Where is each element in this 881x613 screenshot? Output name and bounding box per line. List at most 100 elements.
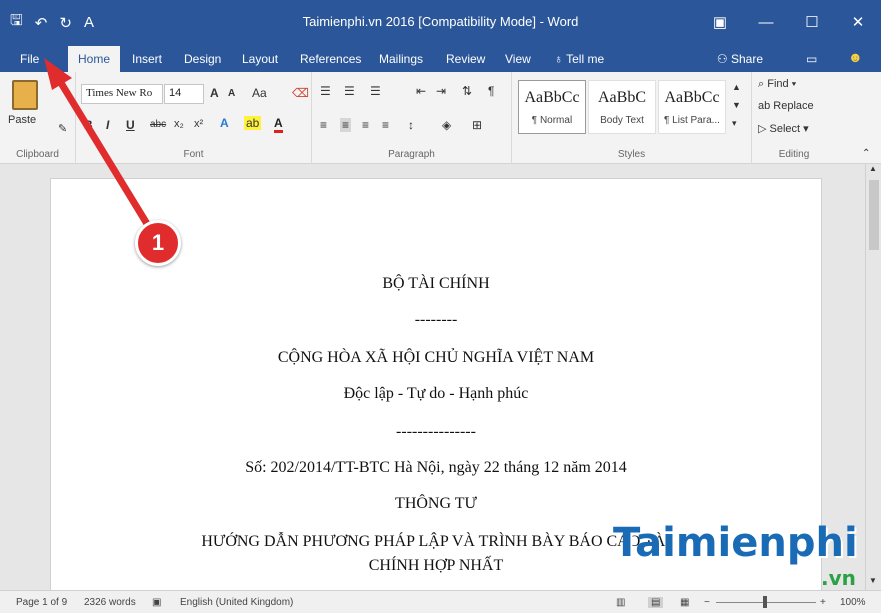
font-name-box[interactable]: Times New Ro (81, 84, 163, 104)
tab-review[interactable]: Review (446, 52, 485, 66)
close-icon[interactable]: ✕ (835, 13, 881, 31)
shading-icon[interactable]: ◈ (442, 118, 451, 132)
tab-file[interactable]: File (20, 52, 39, 66)
status-bar: Page 1 of 9 2326 words ▣ English (United… (0, 590, 881, 613)
ribbon-display-icon[interactable]: ▣ (697, 13, 743, 31)
borders-icon[interactable]: ⊞ (472, 118, 482, 132)
page-count[interactable]: Page 1 of 9 (16, 597, 67, 608)
tell-me-label: Tell me (566, 52, 605, 66)
line-spacing-icon[interactable]: ↕ (408, 118, 414, 132)
find-icon: ⌕ (758, 78, 768, 90)
maximize-icon[interactable]: ☐ (789, 13, 835, 31)
smiley-icon[interactable]: ☻ (848, 49, 863, 65)
zoom-slider-thumb[interactable] (763, 596, 767, 608)
paste-icon[interactable] (12, 80, 38, 110)
style-list-paragraph[interactable]: AaBbCc ¶ List Para... (658, 80, 726, 134)
paragraph-label: Paragraph (388, 149, 435, 160)
find-button[interactable]: ⌕ Find ▾ (758, 78, 796, 91)
replace-button[interactable]: ab Replace (758, 100, 814, 112)
web-layout-icon[interactable]: ▦ (680, 597, 689, 608)
select-label: Select (769, 123, 801, 135)
proofing-icon[interactable]: ▣ (152, 597, 161, 608)
title-bar: 🖫 ↶ ↻ A Taimienphi.vn 2016 [Compatibilit… (0, 0, 881, 44)
align-left-icon[interactable]: ≡ (320, 118, 327, 132)
doc-line-divider-2: --------------- (396, 423, 476, 440)
zoom-level[interactable]: 100% (840, 597, 866, 608)
doc-line-ministry: BỘ TÀI CHÍNH (382, 275, 490, 292)
shrink-font-icon[interactable]: A (228, 88, 235, 99)
styles-scroll-down-icon[interactable]: ▼ (732, 100, 741, 110)
tab-mailings[interactable]: Mailings (379, 52, 423, 66)
styles-more-icon[interactable]: ▾ (732, 118, 737, 129)
strikethrough-button[interactable]: abc (150, 119, 166, 130)
change-case-icon[interactable]: Aa (252, 86, 267, 100)
replace-label: Replace (773, 100, 814, 112)
format-painter-icon[interactable]: ✎ (58, 122, 67, 135)
lightbulb-icon: ♁ (554, 52, 567, 66)
justify-icon[interactable]: ≡ (382, 118, 389, 132)
numbering-icon[interactable]: ☰ (344, 84, 355, 98)
clipboard-label: Clipboard (16, 149, 59, 160)
doc-line-circular: THÔNG TƯ (395, 495, 477, 512)
style-list-paragraph-preview: AaBbCc (664, 89, 720, 106)
doc-line-motto: Độc lập - Tự do - Hạnh phúc (343, 385, 529, 402)
text-effects-icon[interactable]: A (220, 116, 229, 130)
zoom-out-icon[interactable]: − (704, 597, 710, 608)
share-button[interactable]: ⚇ Share (717, 52, 763, 66)
center-icon[interactable]: ≡ (340, 118, 352, 132)
tab-view[interactable]: View (505, 52, 531, 66)
sort-icon[interactable]: ⇅ (462, 84, 472, 98)
scroll-thumb[interactable] (869, 180, 879, 250)
style-normal-name: ¶ Normal (531, 115, 573, 126)
bold-button[interactable]: B (84, 118, 93, 132)
select-icon: ▷ (758, 123, 770, 135)
language-status[interactable]: English (United Kingdom) (180, 597, 293, 608)
editing-label: Editing (778, 149, 810, 160)
clear-formatting-icon[interactable]: ⌫ (292, 86, 309, 100)
zoom-in-icon[interactable]: + (820, 597, 826, 608)
select-button[interactable]: ▷ Select ▾ (758, 122, 809, 135)
show-marks-icon[interactable]: ¶ (488, 84, 494, 98)
collapse-ribbon-icon[interactable]: ⌃ (862, 148, 870, 159)
window-controls: ▣ — ☐ ✕ (697, 0, 881, 44)
increase-indent-icon[interactable]: ⇥ (436, 84, 446, 98)
replace-icon: ab (758, 100, 774, 112)
minimize-icon[interactable]: — (743, 14, 789, 31)
font-color-icon[interactable]: A (274, 116, 283, 133)
style-normal[interactable]: AaBbCc ¶ Normal (518, 80, 586, 134)
align-right-icon[interactable]: ≡ (362, 118, 369, 132)
ribbon-tabs: File Home Insert Design Layout Reference… (0, 44, 881, 72)
tab-references[interactable]: References (300, 52, 361, 66)
bullets-icon[interactable]: ☰ (320, 84, 331, 98)
paste-label[interactable]: Paste (8, 114, 36, 126)
read-mode-icon[interactable]: ▥ (616, 597, 625, 608)
styles-scroll-up-icon[interactable]: ▲ (732, 82, 741, 92)
print-layout-icon[interactable]: ▤ (648, 597, 664, 608)
find-label: Find (767, 78, 789, 90)
tell-me-box[interactable]: ♁ Tell me (554, 52, 604, 66)
font-label: Font (183, 149, 204, 160)
font-size-box[interactable]: 14 (164, 84, 204, 104)
tab-design[interactable]: Design (184, 52, 221, 66)
vertical-scrollbar[interactable]: ▲ ▼ (865, 164, 881, 590)
decrease-indent-icon[interactable]: ⇤ (416, 84, 426, 98)
tab-home[interactable]: Home (68, 46, 121, 72)
tab-insert[interactable]: Insert (132, 52, 162, 66)
multilevel-list-icon[interactable]: ☰ (370, 84, 381, 98)
scroll-down-icon[interactable]: ▼ (869, 576, 877, 585)
subscript-button[interactable]: x₂ (174, 118, 184, 130)
superscript-button[interactable]: x² (194, 118, 203, 130)
watermark-logo: Taimienphi (613, 520, 858, 566)
doc-line-republic: CỘNG HÒA XÃ HỘI CHỦ NGHĨA VIỆT NAM (277, 349, 595, 366)
ribbon: Paste ✎ Clipboard Times New Ro 14 A A Aa… (0, 72, 881, 164)
scroll-up-icon[interactable]: ▲ (869, 164, 877, 173)
italic-button[interactable]: I (106, 118, 109, 132)
comments-icon[interactable]: ▭ (806, 52, 817, 66)
word-count[interactable]: 2326 words (84, 597, 136, 608)
style-body-text[interactable]: AaBbC Body Text (588, 80, 656, 134)
highlight-icon[interactable]: ab (244, 116, 262, 130)
grow-font-icon[interactable]: A (210, 86, 219, 100)
paragraph-group: ☰ ☰ ☰ ⇤ ⇥ ⇅ ¶ ≡ ≡ ≡ ≡ ↕ ◈ ⊞ Paragraph (312, 72, 512, 164)
underline-button[interactable]: U (126, 118, 135, 132)
tab-layout[interactable]: Layout (242, 52, 278, 66)
